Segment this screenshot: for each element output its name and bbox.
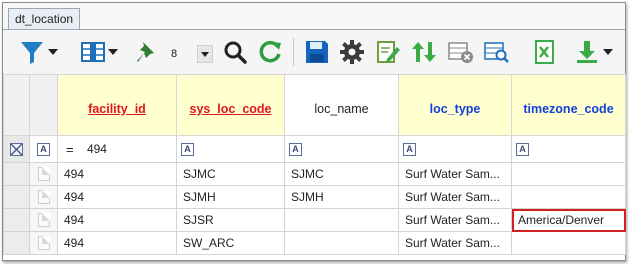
document-icon [37,213,50,228]
save-button[interactable] [301,37,333,67]
settings-icon [339,39,365,65]
row-edit-cell[interactable] [29,231,58,255]
export-excel-button[interactable] [529,37,559,67]
cell-facility-id[interactable]: 494 [57,162,177,186]
sort-button[interactable] [409,37,439,67]
document-icon [37,236,50,251]
cell-sys-loc-code[interactable]: SJSR [176,208,285,232]
download-icon [574,39,600,65]
column-header-loc-name[interactable]: loc_name [284,74,399,136]
filter-cell-loc-type[interactable]: A [398,135,512,163]
datagrid-window: dt_location 8 facility_id sys_loc_code l… [2,2,626,261]
filter-mode-cell[interactable]: A [29,135,58,163]
filter-cell-facility-id[interactable]: = 494 [57,135,177,163]
chevron-down-icon[interactable] [602,49,613,55]
cell-sys-loc-code[interactable]: SW_ARC [176,231,285,255]
row-selector[interactable] [3,185,30,209]
cell-loc-type[interactable]: Surf Water Sam... [398,162,512,186]
table-row[interactable]: 494 SJSR Surf Water Sam... America/Denve… [3,208,626,232]
rows-count-value: 8 [171,48,178,60]
row-selector[interactable] [3,208,30,232]
column-header-timezone-code[interactable]: timezone_code [511,74,626,136]
filter-button[interactable] [9,37,67,67]
table-row[interactable]: 494 SJMC SJMC Surf Water Sam... [3,162,626,186]
filter-value-facility-id[interactable]: 494 [87,142,107,156]
delete-row-icon [447,39,475,65]
toolbar-separator [293,38,294,66]
search-button[interactable] [221,37,249,67]
row-edit-cell[interactable] [29,162,58,186]
columns-button[interactable] [73,37,125,67]
text-filter-icon[interactable]: A [181,143,194,157]
clear-filter-icon[interactable] [10,143,23,157]
text-filter-icon[interactable]: A [37,143,50,157]
find-records-icon [483,39,511,65]
table-row[interactable]: 494 SJMH SJMH Surf Water Sam... [3,185,626,209]
cell-loc-type[interactable]: Surf Water Sam... [398,231,512,255]
search-icon [223,40,247,64]
cell-sys-loc-code[interactable]: SJMH [176,185,285,209]
cell-loc-name[interactable] [284,231,399,255]
delete-row-button[interactable] [445,37,477,67]
filter-icon [19,39,45,65]
cell-timezone-code[interactable] [511,231,626,255]
tab-dt-location[interactable]: dt_location [8,8,81,30]
toolbar: 8 [3,30,625,74]
text-filter-icon[interactable]: A [516,143,529,157]
text-filter-icon[interactable]: A [289,143,302,157]
cell-loc-type[interactable]: Surf Water Sam... [398,208,512,232]
cell-loc-name[interactable]: SJMC [284,162,399,186]
row-selector[interactable] [3,231,30,255]
settings-button[interactable] [337,37,367,67]
column-header-loc-type[interactable]: loc_type [398,74,512,136]
text-filter-icon[interactable]: A [403,143,416,157]
document-icon [37,190,50,205]
edit-icon [375,39,401,65]
header-corner [29,74,58,136]
cell-timezone-code[interactable] [511,185,626,209]
column-header-facility-id[interactable]: facility_id [57,74,177,136]
cell-facility-id[interactable]: 494 [57,208,177,232]
chevron-down-icon[interactable] [107,49,118,55]
columns-icon [80,40,105,64]
tab-strip: dt_location [3,3,625,30]
excel-icon [531,39,557,65]
filter-operator[interactable]: = [66,142,74,157]
table-row[interactable]: 494 SW_ARC Surf Water Sam... [3,231,626,255]
row-edit-cell[interactable] [29,185,58,209]
cell-facility-id[interactable]: 494 [57,185,177,209]
filter-cell-timezone-code[interactable]: A [511,135,626,163]
cell-loc-name[interactable]: SJMH [284,185,399,209]
cell-loc-name[interactable] [284,208,399,232]
rows-count-dropdown[interactable] [197,45,213,63]
data-grid: facility_id sys_loc_code loc_name loc_ty… [3,74,626,260]
filter-row: A = 494 A A A A [3,135,626,163]
filter-cell-sys-loc-code[interactable]: A [176,135,285,163]
download-button[interactable] [565,37,621,67]
column-header-sys-loc-code[interactable]: sys_loc_code [176,74,285,136]
refresh-button[interactable] [255,37,285,67]
row-selector[interactable] [3,162,30,186]
cell-sys-loc-code[interactable]: SJMC [176,162,285,186]
pin-button[interactable] [131,37,161,67]
chevron-down-icon [201,51,209,57]
rows-count-select[interactable]: 8 [167,44,215,64]
pin-icon [134,40,158,64]
save-icon [304,39,330,65]
cell-loc-type[interactable]: Surf Water Sam... [398,185,512,209]
header-row: facility_id sys_loc_code loc_name loc_ty… [3,74,626,136]
filter-cell-loc-name[interactable]: A [284,135,399,163]
sort-icon [411,39,437,65]
cell-facility-id[interactable]: 494 [57,231,177,255]
filter-clear-cell[interactable] [3,135,30,163]
chevron-down-icon[interactable] [47,49,58,55]
row-edit-cell[interactable] [29,208,58,232]
header-corner [3,74,30,136]
refresh-icon [257,39,283,65]
cell-timezone-code-selected[interactable]: America/Denver [511,208,626,232]
cell-timezone-code[interactable] [511,162,626,186]
edit-button[interactable] [373,37,403,67]
document-icon [37,167,50,182]
find-records-button[interactable] [481,37,513,67]
